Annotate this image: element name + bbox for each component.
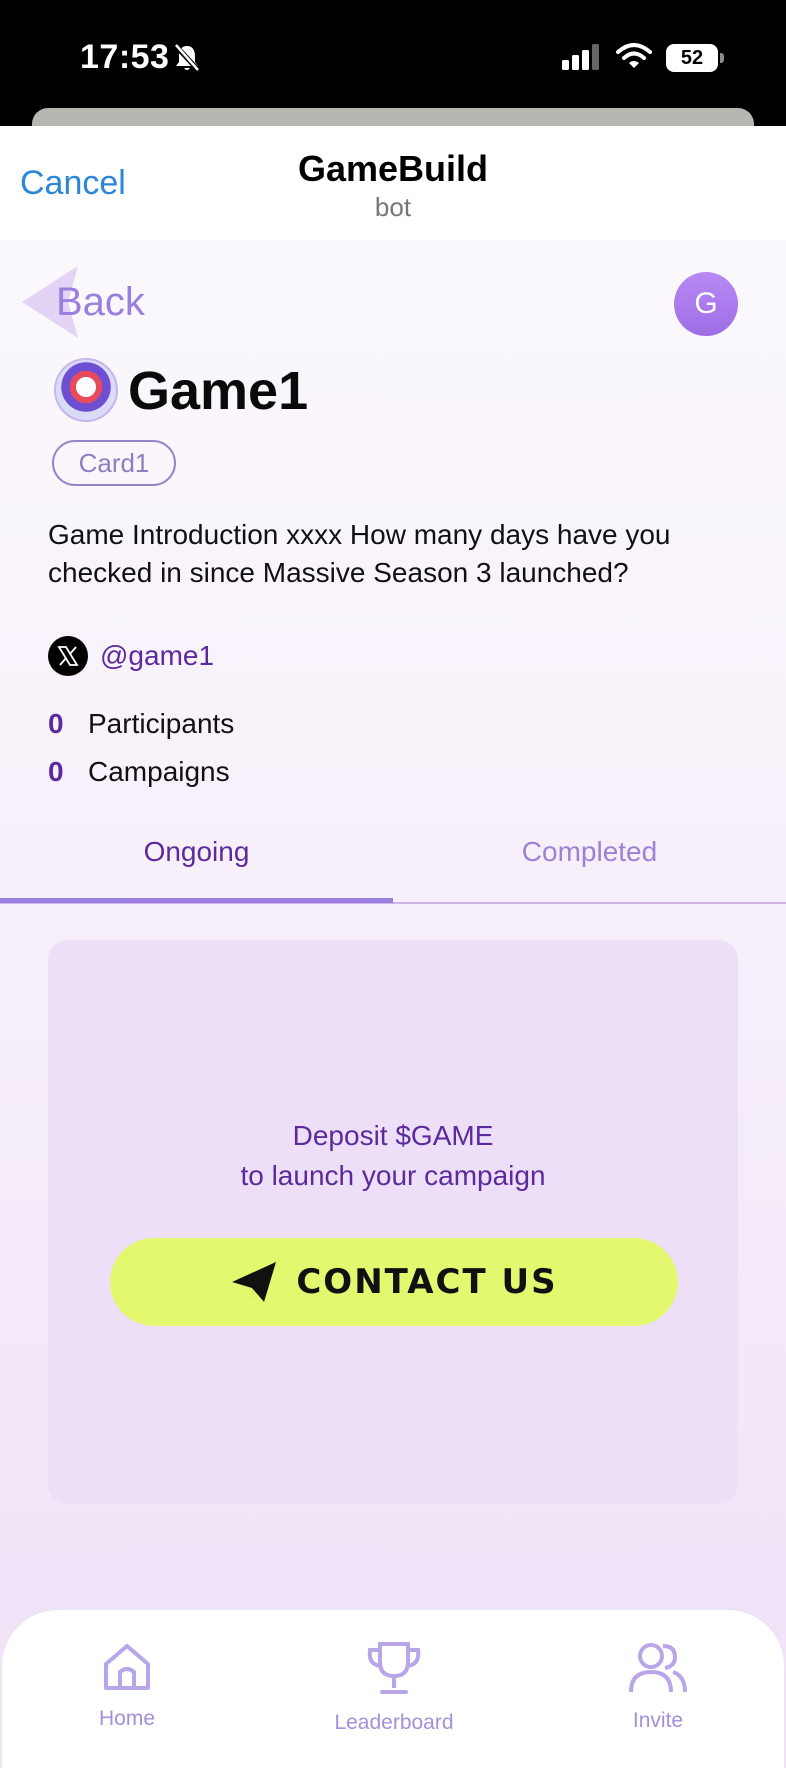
contact-us-label: CONTACT US [296,1262,558,1302]
miniapp-header: Cancel GameBuild bot [0,126,786,240]
back-button[interactable]: Back [56,280,145,325]
nav-leaderboard[interactable]: Leaderboard [294,1640,494,1735]
users-icon [629,1643,687,1693]
stat-participants: 0 Participants [48,708,234,740]
deposit-line-1: Deposit $GAME [292,1120,494,1151]
app-content: Back G Game1 Card1 Game Introduction xxx… [0,240,786,1768]
participants-count: 0 [48,708,64,739]
campaigns-count: 0 [48,756,64,787]
battery-tip [720,53,724,63]
game-logo [54,358,118,422]
game-introduction: Game Introduction xxxx How many days hav… [48,519,671,588]
status-time: 17:53 [80,38,170,76]
header-title: GameBuild [297,148,489,189]
signal-icon [562,44,599,70]
tab-completed[interactable]: Completed [393,836,786,868]
nav-invite-label: Invite [632,1709,684,1732]
paper-plane-icon [232,1262,277,1302]
nav-home-label: Home [98,1707,156,1730]
game-tag: Card1 [52,440,176,486]
campaigns-label: Campaigns [88,756,230,787]
contact-us-button[interactable]: CONTACT US [110,1238,678,1326]
participants-label: Participants [88,708,235,739]
campaign-tabs: Ongoing Completed [0,836,786,902]
home-icon [104,1644,150,1690]
deposit-line-2: to launch your campaign [240,1160,546,1191]
stat-campaigns: 0 Campaigns [48,756,230,788]
x-logo-icon[interactable] [48,636,88,676]
battery-indicator: 52 [666,44,718,72]
nav-invite[interactable]: Invite [558,1640,758,1733]
bottom-nav: Home Leaderboard Invite [2,1610,784,1768]
nav-leaderboard-label: Leaderboard [334,1711,454,1734]
wifi-icon [616,43,652,68]
tab-ongoing[interactable]: Ongoing [0,836,393,868]
deposit-message: Deposit $GAME to launch your campaign [48,1116,738,1196]
trophy-icon [367,1642,421,1694]
nav-home[interactable]: Home [27,1640,227,1731]
x-handle-link[interactable]: @game1 [100,640,214,672]
bell-muted-icon [173,43,201,73]
campaign-empty-card: Deposit $GAME to launch your campaign CO… [48,940,738,1504]
tab-active-indicator [0,898,393,903]
avatar[interactable]: G [674,272,738,336]
header-subtitle: bot [374,192,412,222]
game-title: Game1 [128,361,309,421]
